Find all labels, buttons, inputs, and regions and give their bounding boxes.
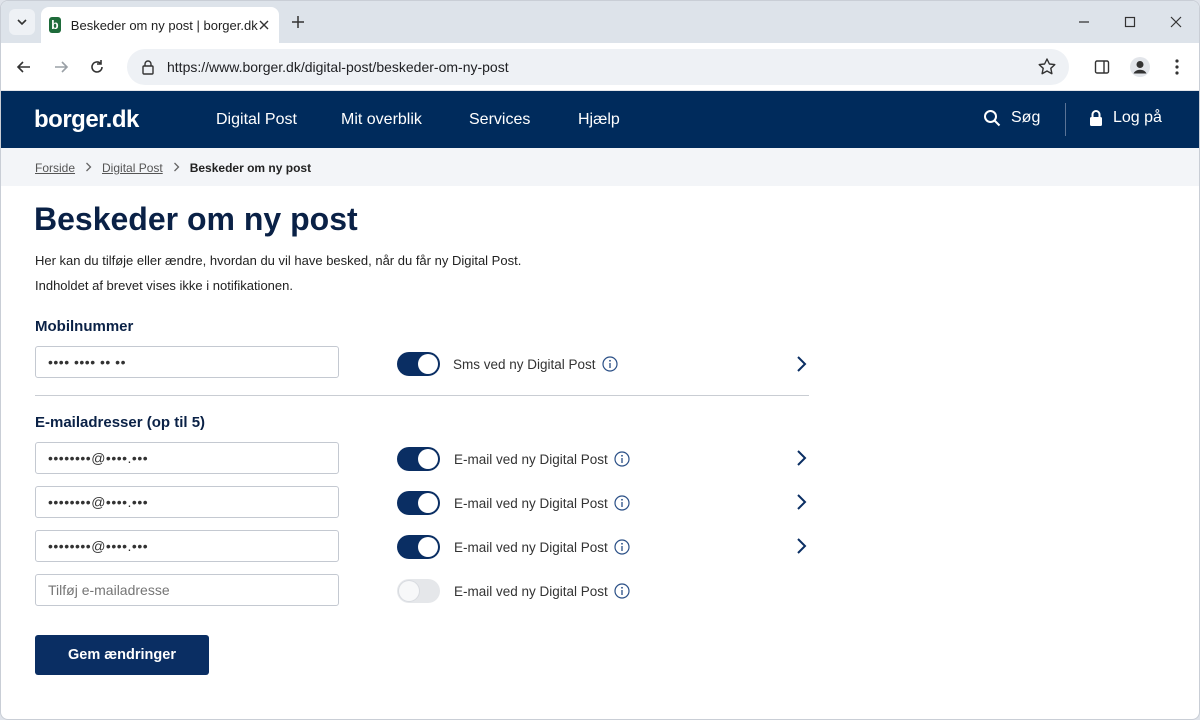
reload-button[interactable]	[85, 55, 109, 79]
nav-hjaelp[interactable]: Hjælp	[578, 111, 620, 129]
browser-window: b Beskeder om ny post | borger.dk https:…	[0, 0, 1200, 720]
nav-mit-overblik[interactable]: Mit overblik	[341, 111, 422, 129]
email-field-3[interactable]: ••••••••@••••.•••	[35, 530, 339, 562]
lock-icon	[142, 60, 154, 75]
breadcrumb-separator-icon	[85, 161, 92, 175]
chevron-right-icon[interactable]	[793, 537, 809, 555]
info-icon[interactable]	[614, 539, 630, 555]
back-icon	[16, 61, 30, 73]
nav-digital-post[interactable]: Digital Post	[216, 111, 297, 129]
email-toggle-label-2: E-mail ved ny Digital Post	[454, 495, 630, 511]
login-button[interactable]: Log på	[1089, 109, 1162, 127]
email-section-label: E-mailadresser (op til 5)	[35, 414, 206, 431]
tab-strip: b Beskeder om ny post | borger.dk	[1, 1, 1199, 43]
close-tab-button[interactable]	[258, 16, 271, 34]
sidepanel-icon	[1094, 60, 1110, 74]
email-toggle-text: E-mail ved ny Digital Post	[454, 539, 608, 555]
more-icon	[1175, 59, 1179, 75]
side-panel-button[interactable]	[1090, 55, 1114, 79]
email-toggle-1[interactable]	[397, 447, 440, 471]
search-label: Søg	[1011, 109, 1041, 126]
breadcrumb-separator-icon	[173, 161, 180, 175]
chevron-down-icon	[17, 19, 27, 26]
browser-tab[interactable]: b Beskeder om ny post | borger.dk	[41, 7, 279, 43]
mobile-section-label: Mobilnummer	[35, 318, 134, 335]
close-icon	[259, 20, 269, 30]
email-toggle-text: E-mail ved ny Digital Post	[454, 583, 608, 599]
email-field-2[interactable]: ••••••••@••••.•••	[35, 486, 339, 518]
email-toggle-label-1: E-mail ved ny Digital Post	[454, 451, 630, 467]
star-icon[interactable]	[1037, 57, 1057, 77]
tab-search-button[interactable]	[9, 9, 35, 35]
info-icon[interactable]	[614, 495, 630, 511]
profile-button[interactable]	[1128, 55, 1152, 79]
toggle-knob	[418, 449, 438, 469]
email-toggle-3[interactable]	[397, 535, 440, 559]
intro-text-2: Indholdet af brevet vises ikke i notifik…	[35, 278, 293, 293]
email-toggle-new[interactable]	[397, 579, 440, 603]
forward-button[interactable]	[49, 55, 73, 79]
toggle-knob	[418, 537, 438, 557]
close-icon	[1170, 16, 1182, 28]
page-title: Beskeder om ny post	[34, 201, 358, 237]
login-label: Log på	[1113, 109, 1162, 126]
forward-icon	[55, 61, 69, 73]
mobile-number-field[interactable]: •••• •••• •• ••	[35, 346, 339, 378]
chevron-right-icon[interactable]	[793, 493, 809, 511]
back-button[interactable]	[12, 55, 36, 79]
plus-icon	[292, 16, 304, 28]
url-text: https://www.borger.dk/digital-post/beske…	[167, 59, 509, 75]
email-toggle-label-new: E-mail ved ny Digital Post	[454, 583, 630, 599]
save-changes-button[interactable]: Gem ændringer	[35, 635, 209, 675]
chevron-right-icon[interactable]	[793, 355, 809, 373]
search-button[interactable]: Søg	[983, 109, 1040, 127]
info-icon[interactable]	[614, 583, 630, 599]
minimize-button[interactable]	[1071, 9, 1097, 35]
reload-icon	[91, 60, 103, 73]
email-field-1[interactable]: ••••••••@••••.•••	[35, 442, 339, 474]
address-bar[interactable]: https://www.borger.dk/digital-post/beske…	[127, 49, 1069, 85]
toggle-knob	[418, 493, 438, 513]
section-divider	[35, 395, 809, 396]
tab-title: Beskeder om ny post | borger.dk	[70, 17, 258, 33]
email-toggle-text: E-mail ved ny Digital Post	[454, 495, 608, 511]
more-menu-button[interactable]	[1165, 55, 1189, 79]
breadcrumb-forside[interactable]: Forside	[35, 161, 75, 175]
lock-icon	[1090, 110, 1102, 126]
site-header: borger.dk Digital Post Mit overblik Serv…	[1, 91, 1199, 148]
favicon-icon: b	[49, 17, 61, 33]
minimize-icon	[1079, 21, 1089, 23]
info-icon[interactable]	[614, 451, 630, 467]
email-toggle-2[interactable]	[397, 491, 440, 515]
breadcrumb: Forside Digital Post Beskeder om ny post	[35, 161, 311, 175]
breadcrumb-bar: Forside Digital Post Beskeder om ny post	[1, 148, 1199, 186]
add-email-input[interactable]	[35, 574, 339, 606]
profile-icon	[1130, 57, 1150, 77]
site-logo[interactable]: borger.dk	[34, 106, 139, 134]
new-tab-button[interactable]	[287, 11, 309, 33]
header-divider	[1065, 103, 1066, 136]
maximize-icon	[1124, 16, 1136, 28]
toggle-knob	[399, 581, 419, 601]
sms-toggle-text: Sms ved ny Digital Post	[453, 356, 596, 372]
sms-toggle[interactable]	[397, 352, 440, 376]
chevron-right-icon[interactable]	[793, 449, 809, 467]
browser-toolbar: https://www.borger.dk/digital-post/beske…	[1, 43, 1199, 91]
breadcrumb-current: Beskeder om ny post	[189, 161, 312, 175]
breadcrumb-digital-post[interactable]: Digital Post	[102, 161, 163, 175]
close-window-button[interactable]	[1163, 9, 1189, 35]
maximize-button[interactable]	[1117, 9, 1143, 35]
sms-toggle-label: Sms ved ny Digital Post	[453, 356, 618, 372]
intro-text-1: Her kan du tilføje eller ændre, hvordan …	[35, 253, 522, 268]
info-icon[interactable]	[601, 356, 618, 372]
email-toggle-text: E-mail ved ny Digital Post	[454, 451, 608, 467]
nav-services[interactable]: Services	[469, 111, 530, 129]
search-icon	[984, 110, 1001, 127]
toggle-knob	[418, 354, 438, 374]
email-toggle-label-3: E-mail ved ny Digital Post	[454, 539, 630, 555]
